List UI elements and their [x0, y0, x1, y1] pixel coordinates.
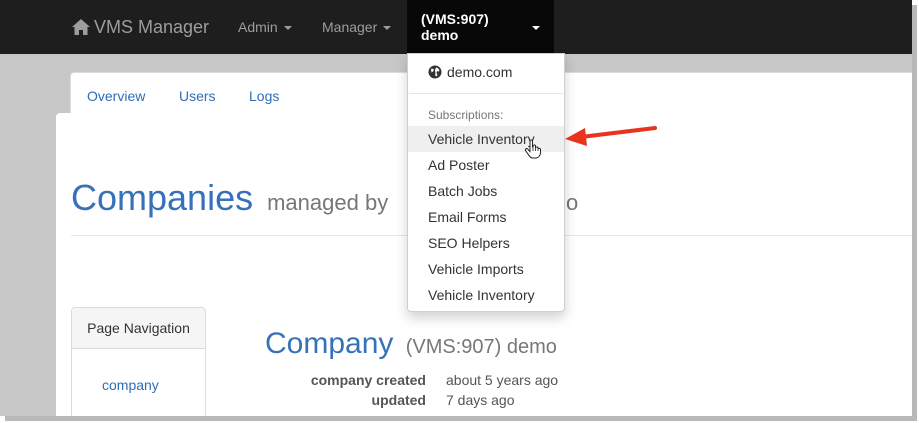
- page-navigation-panel: Page Navigation company: [71, 307, 206, 416]
- page-title-subtitle: managed by: [267, 190, 389, 215]
- company-created-label: company created: [310, 372, 426, 388]
- nav-account-label: (VMS:907) demo: [421, 11, 489, 43]
- dropdown-item-seo-helpers[interactable]: SEO Helpers: [408, 230, 564, 256]
- home-icon: [72, 19, 90, 35]
- page-title-main: Companies: [71, 177, 254, 218]
- company-title-main: Company: [265, 327, 394, 360]
- company-created-value: about 5 years ago: [446, 372, 559, 388]
- nav-manager-dropdown[interactable]: Manager: [308, 0, 405, 54]
- dropdown-item-vehicle-imports[interactable]: Vehicle Imports: [408, 256, 564, 282]
- app-window: VMS Manager Admin Manager (VMS:907) demo…: [0, 0, 912, 416]
- globe-icon: [428, 65, 442, 79]
- dropdown-site-label: demo.com: [447, 64, 513, 80]
- dropdown-item-vehicle-inventory-2[interactable]: Vehicle Inventory: [408, 282, 564, 308]
- caret-down-icon: [383, 26, 392, 30]
- page-navigation-heading: Page Navigation: [72, 308, 205, 349]
- annotation-arrow-icon: [565, 126, 657, 146]
- dropdown-item-email-forms[interactable]: Email Forms: [408, 204, 564, 230]
- caret-down-icon: [283, 26, 292, 30]
- page-title: Companies managed by: [71, 177, 388, 219]
- caret-down-icon: [532, 26, 540, 30]
- company-updated-value: 7 days ago: [446, 392, 515, 408]
- nav-account-dropdown[interactable]: (VMS:907) demo: [407, 0, 554, 54]
- dropdown-item-batch-jobs[interactable]: Batch Jobs: [408, 178, 564, 204]
- tab-logs[interactable]: Logs: [249, 88, 279, 104]
- company-title-subtitle: (VMS:907) demo: [405, 336, 557, 358]
- top-navbar: VMS Manager Admin Manager (VMS:907) demo: [0, 0, 912, 54]
- account-dropdown-menu: demo.com Subscriptions: Vehicle Inventor…: [407, 53, 565, 312]
- dropdown-subscriptions-header: Subscriptions:: [428, 108, 504, 122]
- tab-overview[interactable]: Overview: [87, 88, 145, 104]
- page-navigation-company-link[interactable]: company: [102, 377, 159, 393]
- tab-users[interactable]: Users: [179, 88, 216, 104]
- nav-admin-dropdown[interactable]: Admin: [224, 0, 306, 54]
- dropdown-divider: [409, 93, 563, 94]
- page-title-subtitle-tail: o: [566, 190, 579, 215]
- nav-manager-label: Manager: [322, 19, 378, 35]
- dropdown-site-link[interactable]: demo.com: [408, 59, 564, 85]
- company-title: Company (VMS:907) demo: [265, 327, 557, 361]
- brand-label: VMS Manager: [94, 16, 210, 37]
- hand-cursor-icon: [524, 139, 541, 159]
- nav-admin-label: Admin: [238, 19, 278, 35]
- brand-link[interactable]: VMS Manager: [72, 14, 209, 40]
- company-updated-label: updated: [371, 392, 426, 408]
